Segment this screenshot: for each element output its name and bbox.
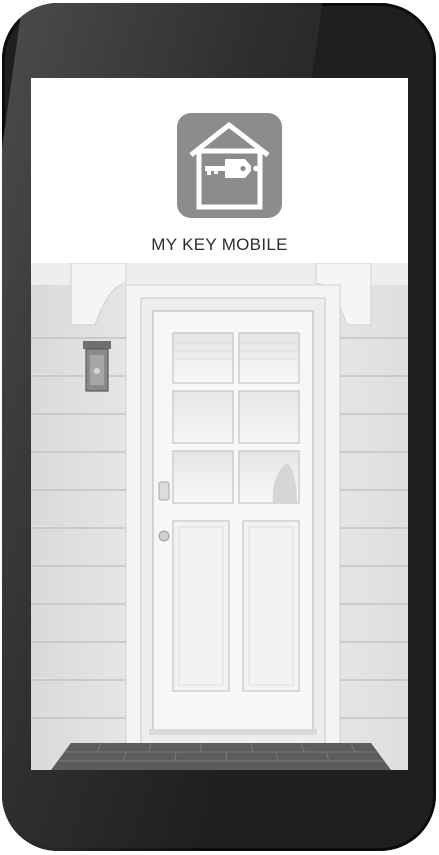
phone-frame: MY KEY MOBILE [2, 3, 436, 851]
house-key-icon [177, 113, 282, 218]
app-title: MY KEY MOBILE [151, 235, 288, 254]
front-door-photo [31, 263, 408, 770]
app-screen: MY KEY MOBILE [31, 78, 408, 770]
splash-header: MY KEY MOBILE [31, 78, 408, 263]
